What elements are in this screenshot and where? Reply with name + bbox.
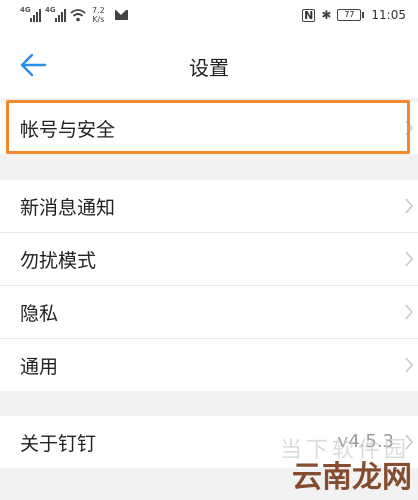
account-security-label: 帐号与安全: [20, 119, 116, 141]
signal-1-label: 4G: [20, 6, 31, 14]
page-title: 设置: [189, 56, 229, 80]
privacy-label: 隐私: [20, 303, 59, 325]
general-label: 通用: [20, 356, 59, 378]
signal-2-label: 4G: [45, 6, 56, 14]
speed-value: 7.2: [92, 6, 105, 15]
settings-item-account-security[interactable]: 帐号与安全: [0, 102, 418, 154]
settings-item-do-not-disturb[interactable]: 勿扰模式: [0, 233, 418, 285]
nav-bar: 设置: [0, 34, 418, 98]
settings-item-privacy[interactable]: 隐私: [0, 286, 418, 338]
settings-item-new-message-notification[interactable]: 新消息通知: [0, 180, 418, 232]
bluetooth-icon: ✱: [321, 8, 332, 22]
nfc-icon: N: [302, 8, 316, 22]
do-not-disturb-label: 勿扰模式: [20, 250, 97, 272]
mail-icon: [114, 10, 128, 20]
battery-icon: 77: [337, 9, 365, 21]
new-message-notification-label: 新消息通知: [20, 197, 116, 219]
signal-2-icon: 4G: [45, 6, 66, 22]
chevron-right-icon: [405, 251, 414, 267]
chevron-right-icon: [405, 357, 414, 373]
speed-unit: K/s: [92, 15, 105, 24]
chevron-right-icon: [405, 120, 414, 136]
chevron-right-icon: [405, 198, 414, 214]
settings-item-general[interactable]: 通用: [0, 339, 418, 391]
wifi-icon: [70, 8, 86, 21]
watermark: 云南龙网: [292, 460, 412, 495]
signal-1-icon: 4G: [20, 6, 41, 22]
chevron-right-icon: [405, 304, 414, 320]
about-label: 关于钉钉: [20, 433, 97, 455]
status-time: 11:05: [371, 8, 406, 22]
network-speed: 7.2 K/s: [92, 6, 105, 24]
status-bar: 4G 4G 7.2 K/s N ✱ 77 11:05: [0, 0, 418, 34]
